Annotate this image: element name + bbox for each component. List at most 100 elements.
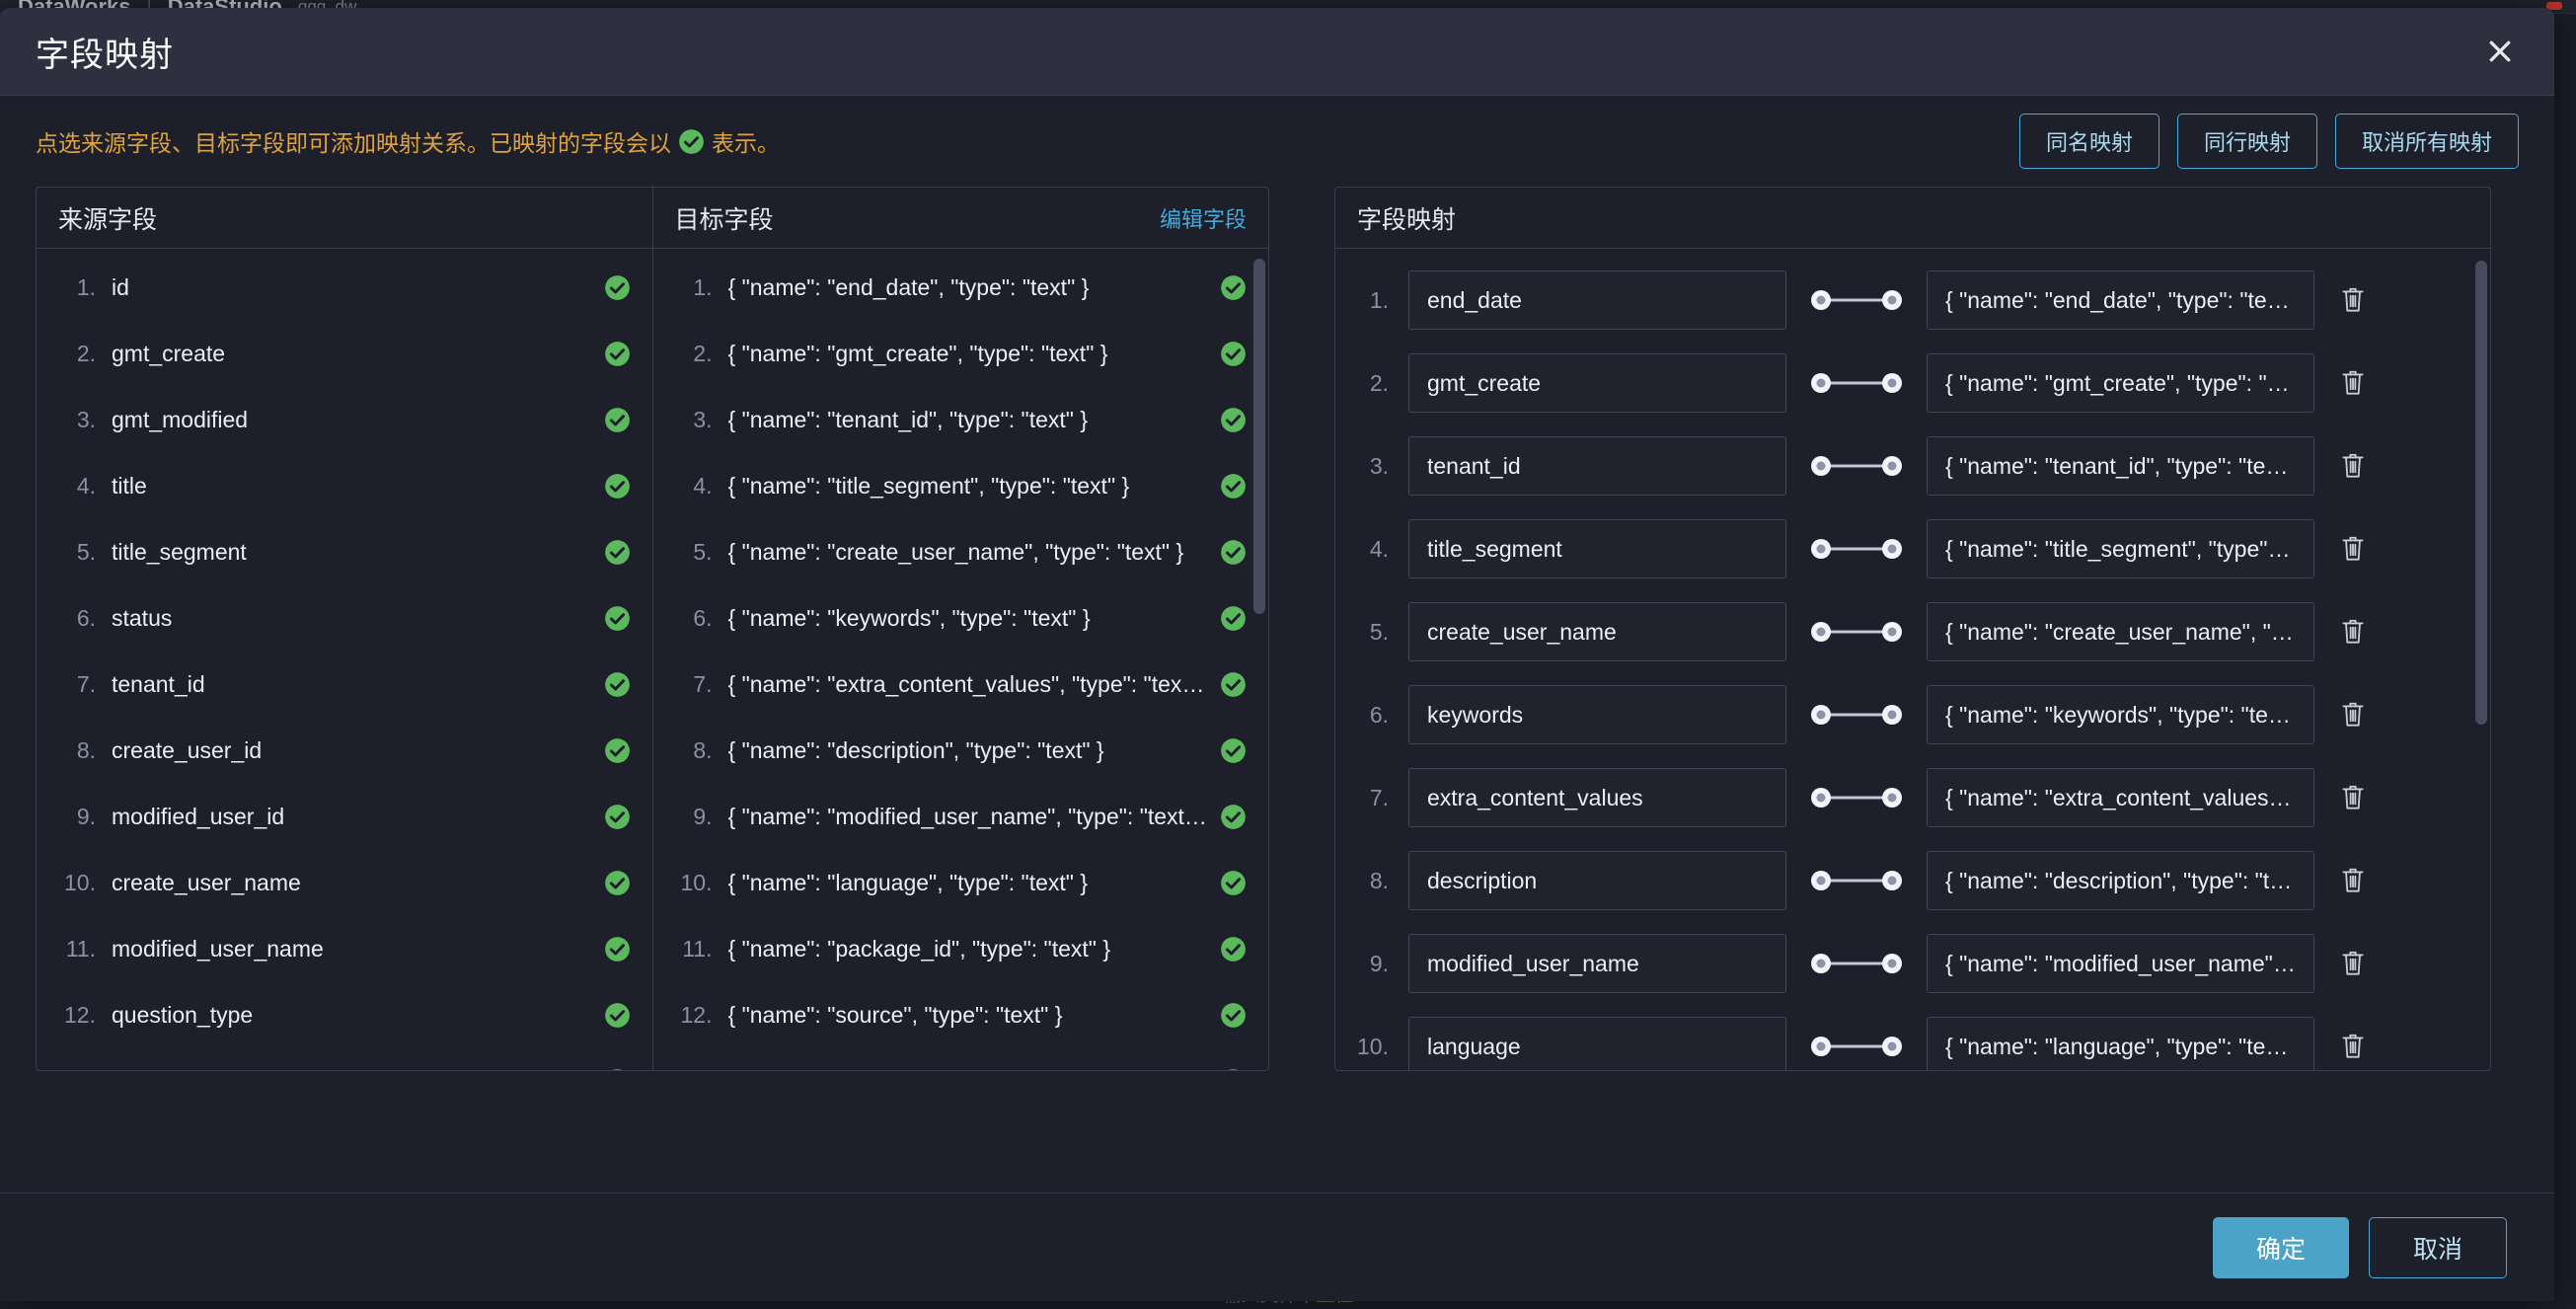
target-field-row[interactable]: 4. { "name": "title_segment", "type": "te…: [653, 453, 1269, 519]
target-field-row[interactable]: 7. { "name": "extra_content_values", "typ…: [653, 652, 1269, 718]
hint-text-before: 点选来源字段、目标字段即可添加映射关系。已映射的字段会以: [36, 130, 671, 156]
trash-icon[interactable]: [2336, 363, 2370, 403]
source-field-row[interactable]: 2. gmt_create: [37, 321, 652, 387]
same-name-mapping-button[interactable]: 同名映射: [2018, 114, 2159, 169]
field-name: modified_user_name: [112, 936, 324, 962]
source-field-row[interactable]: 6. status: [37, 585, 652, 652]
mapping-target-field[interactable]: { "name": "gmt_create", "type": "te…: [1927, 353, 2314, 413]
trash-icon[interactable]: [2336, 861, 2370, 900]
trash-icon[interactable]: [2336, 1027, 2370, 1066]
mapping-source-field[interactable]: keywords: [1408, 685, 1786, 744]
source-field-row[interactable]: 11. modified_user_name: [37, 916, 652, 982]
trash-icon[interactable]: [2336, 280, 2370, 320]
source-field-row[interactable]: 1. id: [37, 255, 652, 321]
source-field-row[interactable]: 4. title: [37, 453, 652, 519]
mapping-connector-icon[interactable]: [1786, 685, 1927, 744]
mapping-source-field[interactable]: language: [1408, 1017, 1786, 1070]
mapping-target-field[interactable]: { "name": "modified_user_name", …: [1927, 934, 2314, 993]
trash-icon[interactable]: [2336, 529, 2370, 569]
mapping-target-label: { "name": "end_date", "type": "text" }: [1945, 286, 2296, 313]
mapping-row: 6. keywords { "name": "keywords", "type": …: [1335, 673, 2490, 756]
cancel-all-mapping-button[interactable]: 取消所有映射: [2334, 114, 2519, 169]
mapping-connector-icon[interactable]: [1786, 353, 1927, 413]
field-name: { "name": "title_segment", "type": "text…: [727, 473, 1130, 499]
mapped-check-icon: [1220, 341, 1247, 367]
mapping-source-field[interactable]: gmt_create: [1408, 353, 1786, 413]
field-index: 9.: [693, 804, 713, 829]
mapping-source-field[interactable]: end_date: [1408, 270, 1786, 330]
mapping-target-field[interactable]: { "name": "title_segment", "type": "…: [1927, 519, 2314, 578]
target-field-row[interactable]: 1. { "name": "end_date", "type": "text" }: [653, 255, 1269, 321]
mapping-connector-icon[interactable]: [1786, 270, 1927, 330]
source-field-row[interactable]: 10. create_user_name: [37, 850, 652, 916]
trash-icon[interactable]: [2336, 446, 2370, 486]
mapping-connector-icon[interactable]: [1786, 602, 1927, 661]
mapping-source-field[interactable]: extra_content_values: [1408, 768, 1786, 827]
edit-fields-link[interactable]: 编辑字段: [1160, 202, 1247, 234]
target-field-row[interactable]: 12. { "name": "source", "type": "text" }: [653, 982, 1269, 1048]
target-field-row[interactable]: 10. { "name": "language", "type": "text" …: [653, 850, 1269, 916]
mapping-source-field[interactable]: tenant_id: [1408, 436, 1786, 496]
target-fields-list[interactable]: 1. { "name": "end_date", "type": "text" }…: [653, 249, 1269, 1070]
mapping-target-label: { "name": "extra_content_values", …: [1945, 784, 2296, 810]
mapping-connector-icon[interactable]: [1786, 519, 1927, 578]
mapping-connector-icon[interactable]: [1786, 851, 1927, 910]
mapping-connector-icon[interactable]: [1786, 934, 1927, 993]
mapping-target-field[interactable]: { "name": "create_user_name", "ty…: [1927, 602, 2314, 661]
cancel-button[interactable]: 取消: [2368, 1216, 2507, 1278]
field-name: { "name": "gmt_modified", "type": "text"…: [728, 1068, 1209, 1070]
mapping-target-field[interactable]: { "name": "end_date", "type": "text" }: [1927, 270, 2314, 330]
field-index: 8.: [693, 737, 713, 763]
target-field-row[interactable]: 13.{ "name": "gmt_modified", "type": "te…: [653, 1048, 1269, 1070]
mapping-row: 10. language { "name": "language", "type":…: [1335, 1005, 2490, 1070]
mapped-check-icon: [604, 341, 631, 367]
target-field-row[interactable]: 9. { "name": "modified_user_name", "type"…: [653, 784, 1269, 850]
mapped-check-icon: [604, 1002, 631, 1029]
source-field-row[interactable]: 9. modified_user_id: [37, 784, 652, 850]
target-field-row[interactable]: 2. { "name": "gmt_create", "type": "text"…: [653, 321, 1269, 387]
target-field-row[interactable]: 11. { "name": "package_id", "type": "text…: [653, 916, 1269, 982]
mapping-target-field[interactable]: { "name": "tenant_id", "type": "text" }: [1927, 436, 2314, 496]
trash-icon[interactable]: [2336, 695, 2370, 734]
mapping-source-field[interactable]: create_user_name: [1408, 602, 1786, 661]
mapping-target-field[interactable]: { "name": "extra_content_values", …: [1927, 768, 2314, 827]
trash-icon[interactable]: [2336, 778, 2370, 817]
source-field-row[interactable]: 5. title_segment: [37, 519, 652, 585]
source-field-row[interactable]: 7. tenant_id: [37, 652, 652, 718]
target-field-row[interactable]: 3. { "name": "tenant_id", "type": "text" …: [653, 387, 1269, 453]
confirm-button[interactable]: 确定: [2212, 1216, 2349, 1278]
mapping-list-scrollbar[interactable]: [2475, 261, 2487, 725]
mapping-rows-list[interactable]: 1. end_date { "name": "end_date", "type": …: [1335, 249, 2490, 1070]
mapping-target-field[interactable]: { "name": "keywords", "type": "text…: [1927, 685, 2314, 744]
mapping-connector-icon[interactable]: [1786, 436, 1927, 496]
target-fields-panel: 目标字段 编辑字段 1. { "name": "end_date", "type"…: [651, 188, 1269, 1070]
source-field-row[interactable]: 12. question_type: [37, 982, 652, 1048]
mapping-target-field[interactable]: { "name": "description", "type": "te…: [1927, 851, 2314, 910]
target-field-row[interactable]: 8. { "name": "description", "type": "text…: [653, 718, 1269, 784]
source-field-row[interactable]: 13.entity_code: [37, 1048, 652, 1070]
field-name: create_user_id: [112, 737, 263, 763]
mapping-source-field[interactable]: title_segment: [1408, 519, 1786, 578]
target-field-row[interactable]: 6. { "name": "keywords", "type": "text" }: [653, 585, 1269, 652]
mapping-connector-icon[interactable]: [1786, 1017, 1927, 1070]
target-list-scrollbar[interactable]: [1253, 259, 1265, 614]
mapping-target-label: { "name": "tenant_id", "type": "text" }: [1945, 452, 2296, 479]
field-name: title: [112, 473, 147, 499]
source-fields-list[interactable]: 1. id 2. gmt_create 3. gmt_modified 4. title 5. t…: [37, 249, 652, 1070]
field-index: 12.: [64, 1002, 96, 1028]
source-field-row[interactable]: 8. create_user_id: [37, 718, 652, 784]
field-name: title_segment: [112, 539, 247, 565]
trash-icon[interactable]: [2336, 612, 2370, 652]
mapping-target-field[interactable]: { "name": "language", "type": "text" }: [1927, 1017, 2314, 1070]
same-row-mapping-button[interactable]: 同行映射: [2176, 114, 2317, 169]
source-field-row[interactable]: 3. gmt_modified: [37, 387, 652, 453]
mapping-source-field[interactable]: description: [1408, 851, 1786, 910]
mapping-source-field[interactable]: modified_user_name: [1408, 934, 1786, 993]
close-icon[interactable]: [2477, 29, 2523, 74]
mapping-connector-icon[interactable]: [1786, 768, 1927, 827]
target-field-row[interactable]: 5. { "name": "create_user_name", "type": …: [653, 519, 1269, 585]
mapping-target-label: { "name": "language", "type": "text" }: [1945, 1033, 2296, 1059]
mapping-index: 3.: [1369, 452, 1389, 479]
field-name: { "name": "source", "type": "text" }: [727, 1002, 1063, 1028]
trash-icon[interactable]: [2336, 944, 2370, 983]
